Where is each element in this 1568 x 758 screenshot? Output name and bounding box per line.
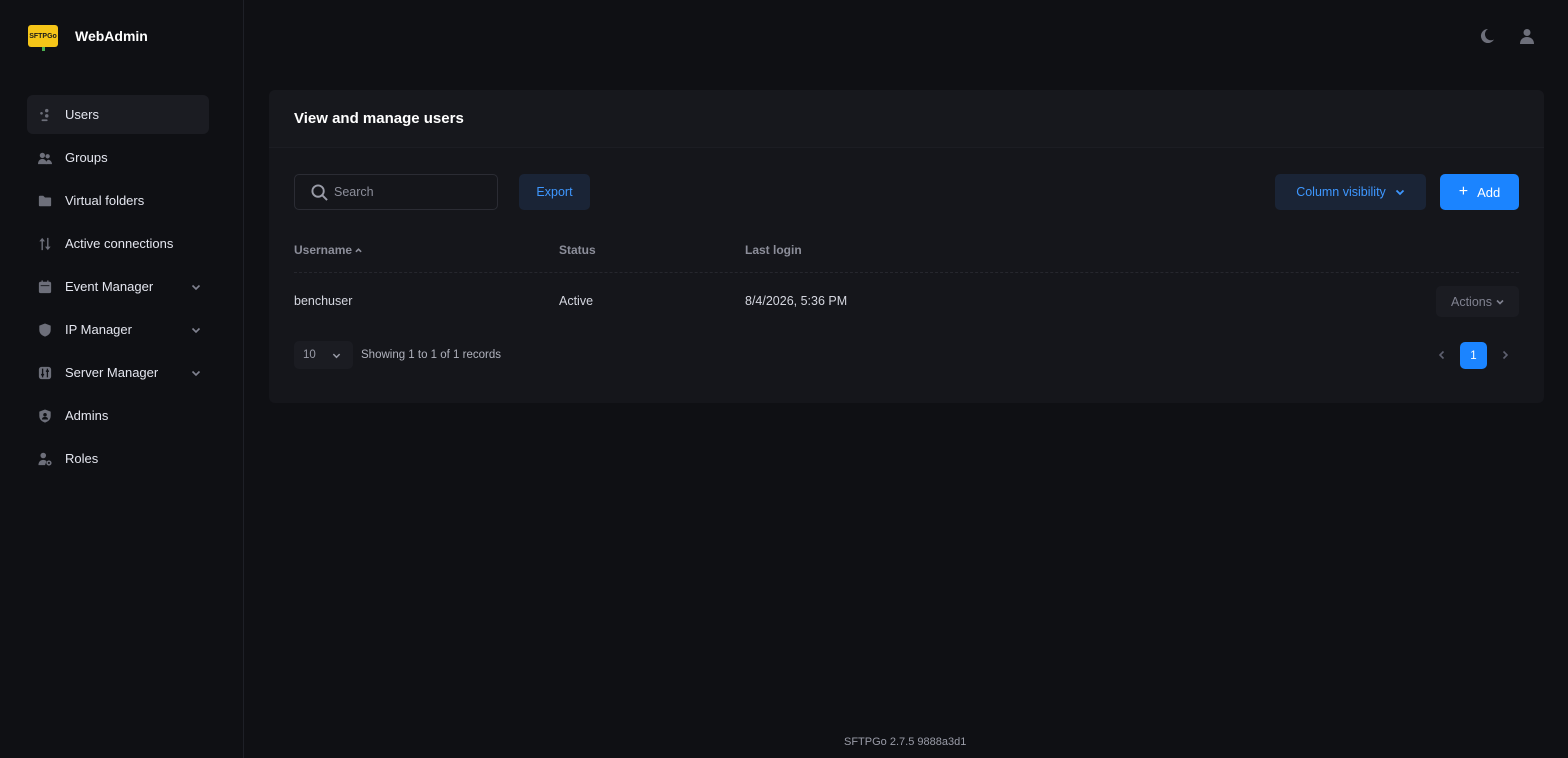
sftpgo-logo: SFTPGo <box>28 25 58 51</box>
actions-button[interactable]: Actions <box>1436 286 1519 317</box>
export-button[interactable]: Export <box>519 174 590 210</box>
page-title: View and manage users <box>294 110 464 127</box>
next-page-icon[interactable] <box>1499 348 1511 360</box>
sidebar-item-event-manager[interactable]: Event Manager <box>27 267 209 306</box>
page-size-select[interactable]: 10 <box>294 341 353 369</box>
chevron-down-icon <box>332 353 341 359</box>
add-user-button[interactable]: + Add <box>1440 174 1519 210</box>
user-icon[interactable] <box>1519 28 1535 44</box>
search-input[interactable] <box>334 185 484 199</box>
column-header-username[interactable]: Username <box>294 243 362 257</box>
sidebar-item-label: Virtual folders <box>65 193 145 208</box>
sidebar-item-label: Users <box>65 107 99 122</box>
sidebar-item-roles[interactable]: Roles <box>27 439 209 478</box>
previous-page-icon[interactable] <box>1436 348 1448 360</box>
shield-user-icon <box>38 408 52 423</box>
sidebar-item-users[interactable]: Users <box>27 95 209 134</box>
sliders-icon <box>38 366 52 380</box>
search-icon <box>311 183 328 201</box>
brand-name: WebAdmin <box>75 28 148 44</box>
sidebar-item-label: IP Manager <box>65 322 132 337</box>
chevron-down-icon <box>191 280 201 291</box>
column-visibility-label: Column visibility <box>1296 185 1386 199</box>
search-box[interactable] <box>294 174 498 210</box>
table-divider <box>294 272 1519 273</box>
column-header-last-login[interactable]: Last login <box>745 243 802 257</box>
records-info: Showing 1 to 1 of 1 records <box>361 349 501 361</box>
brand[interactable]: SFTPGo WebAdmin <box>28 25 148 51</box>
cell-status: Active <box>559 294 594 308</box>
sidebar-item-label: Roles <box>65 451 99 466</box>
sidebar-item-label: Admins <box>65 408 109 423</box>
footer-version: SFTPGo 2.7.5 9888a3d1 <box>844 736 967 748</box>
folder-icon <box>38 194 52 208</box>
user-gear-icon <box>38 452 52 466</box>
sidebar-item-label: Groups <box>65 150 108 165</box>
plus-icon: + <box>1458 183 1469 200</box>
sort-ascending-icon <box>355 243 362 253</box>
add-label: Add <box>1477 184 1501 200</box>
sidebar-item-admins[interactable]: Admins <box>27 396 209 435</box>
groups-icon <box>38 151 52 165</box>
users-icon <box>38 108 52 122</box>
calendar-icon <box>38 279 52 294</box>
chevron-down-icon <box>1395 189 1404 196</box>
cell-last-login: 8/4/2026, 5:36 PM <box>745 294 848 308</box>
sidebar-item-label: Event Manager <box>65 279 154 294</box>
card-header: View and manage users <box>269 90 1544 148</box>
chevron-down-icon <box>191 323 201 334</box>
users-card: View and manage users Export Column visi… <box>269 90 1544 403</box>
column-header-status[interactable]: Status <box>559 243 596 257</box>
sidebar-item-active-connections[interactable]: Active connections <box>27 224 209 263</box>
sidebar-item-groups[interactable]: Groups <box>27 138 209 177</box>
chevron-down-icon <box>191 366 201 377</box>
sidebar: SFTPGo WebAdmin Users Groups Virtual fol… <box>0 0 244 758</box>
sidebar-item-virtual-folders[interactable]: Virtual folders <box>27 181 209 220</box>
shield-icon <box>38 322 52 337</box>
page-button-current[interactable]: 1 <box>1460 342 1487 369</box>
sidebar-item-ip-manager[interactable]: IP Manager <box>27 310 209 349</box>
sidebar-item-server-manager[interactable]: Server Manager <box>27 353 209 392</box>
sidebar-item-label: Active connections <box>65 236 174 251</box>
cell-username: benchuser <box>294 294 353 308</box>
chevron-down-icon <box>1496 299 1504 305</box>
moon-icon[interactable] <box>1479 28 1495 44</box>
column-visibility-button[interactable]: Column visibility <box>1275 174 1426 210</box>
sidebar-item-label: Server Manager <box>65 365 159 380</box>
arrows-updown-icon <box>38 237 52 251</box>
sidebar-nav: Users Groups Virtual folders Active conn… <box>27 95 209 482</box>
